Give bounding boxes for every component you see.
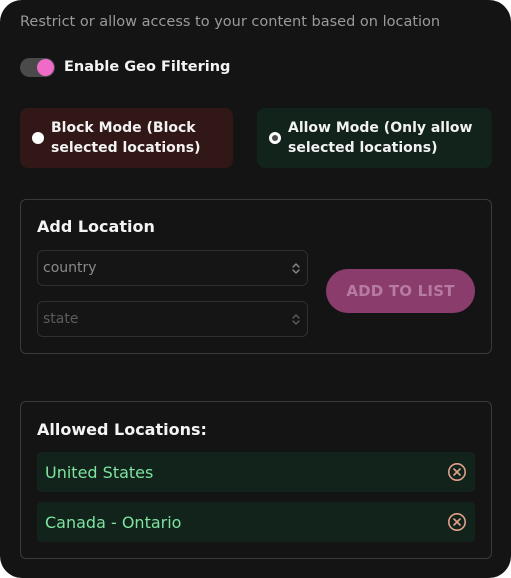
allowed-locations-card: Allowed Locations: United States Canada …: [20, 401, 492, 559]
country-select-value: country: [43, 260, 97, 276]
geo-filter-toggle[interactable]: [20, 57, 55, 77]
chevron-up-down-icon: [292, 263, 300, 274]
toggle-knob: [37, 58, 54, 76]
allow-mode-label: Allow Mode (Only allow selected location…: [288, 120, 473, 156]
state-select-value: state: [43, 311, 79, 327]
remove-circle-x-icon[interactable]: [447, 512, 467, 532]
add-location-title: Add Location: [37, 217, 155, 236]
location-item: United States: [37, 452, 475, 492]
country-select[interactable]: country: [37, 250, 308, 286]
location-label: Canada - Ontario: [45, 512, 182, 532]
panel-subtitle: Restrict or allow access to your content…: [20, 14, 441, 30]
block-mode-option[interactable]: Block Mode (Block selected locations): [20, 108, 233, 168]
add-location-card: Add Location country state ADD TO LIST: [20, 199, 492, 354]
location-item: Canada - Ontario: [37, 502, 475, 542]
chevron-up-down-icon: [292, 314, 300, 325]
block-mode-radio[interactable]: [32, 132, 44, 144]
add-to-list-button[interactable]: ADD TO LIST: [326, 269, 475, 313]
remove-circle-x-icon[interactable]: [447, 462, 467, 482]
allowed-locations-title: Allowed Locations:: [37, 420, 207, 439]
geo-filter-label: Enable Geo Filtering: [64, 59, 231, 75]
allow-mode-option[interactable]: Allow Mode (Only allow selected location…: [257, 108, 492, 168]
geo-filter-toggle-row: Enable Geo Filtering: [20, 56, 230, 78]
state-select[interactable]: state: [37, 301, 308, 337]
geo-filter-panel: Restrict or allow access to your content…: [0, 0, 511, 578]
location-label: United States: [45, 462, 154, 482]
allow-mode-radio[interactable]: [269, 132, 281, 144]
block-mode-label: Block Mode (Block selected locations): [51, 120, 201, 156]
